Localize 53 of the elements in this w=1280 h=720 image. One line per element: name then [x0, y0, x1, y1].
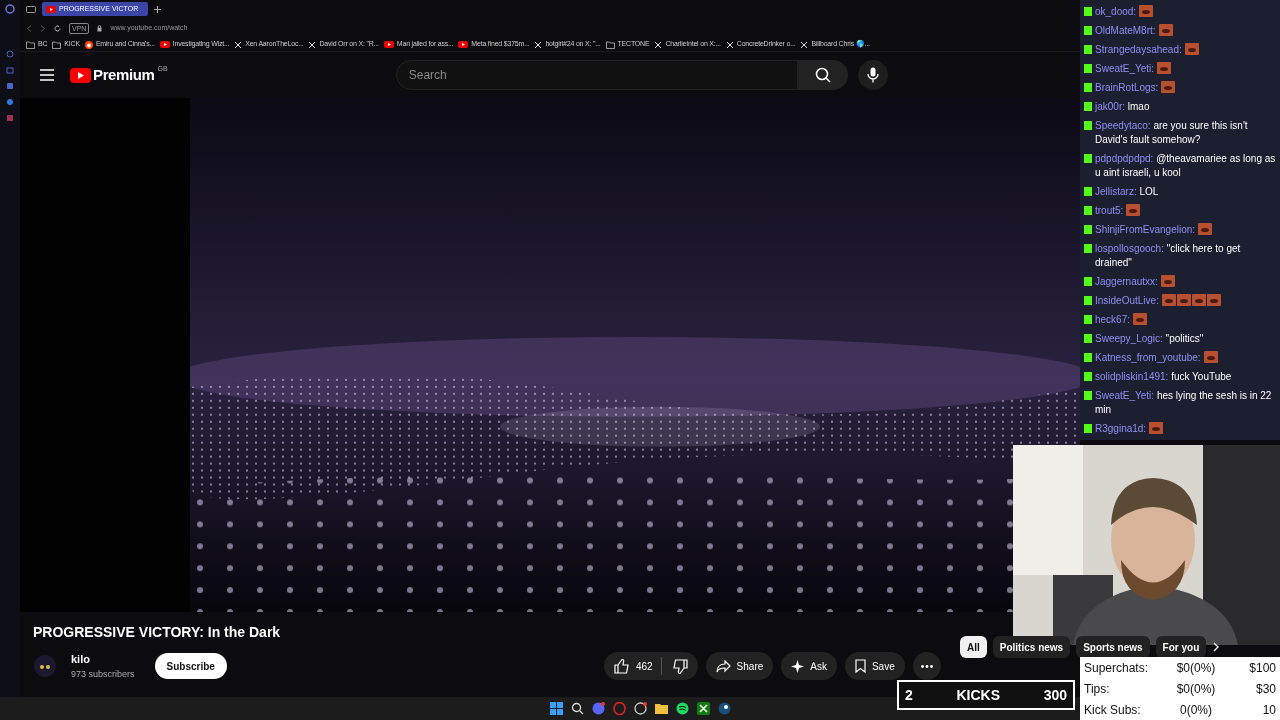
search-field[interactable]: Search [395, 60, 798, 90]
chat-message: solidpliskin1491: fuck YouTube [1095, 369, 1232, 384]
chat-username[interactable]: BrainRotLogs: [1095, 80, 1159, 95]
channel-name[interactable]: kilo [71, 651, 135, 668]
chat-username[interactable]: Katness_from_youtube: [1095, 350, 1201, 365]
subscriber-count: 973 subscribers [71, 667, 135, 681]
chat-message: pdpdpdpdpd: @theavamariee as long as u aint israeli, u kool [1095, 151, 1276, 180]
chat-username[interactable]: SweatE_Yeti: [1095, 61, 1155, 76]
chat-username[interactable]: trout5: [1095, 203, 1124, 218]
chat-username[interactable]: Sweepy_Logic: [1095, 332, 1163, 344]
goal-label: Kick Subs: [1084, 701, 1142, 719]
goal-label: Tips: [1084, 680, 1111, 698]
chat-username[interactable]: solidpliskin1491: [1095, 370, 1169, 382]
chat-username[interactable]: Jellistarz: [1095, 185, 1137, 197]
goal-label: Superchats: [1084, 659, 1150, 677]
chat-username[interactable]: Strangedaysahead: [1095, 42, 1182, 57]
filter-chip[interactable]: All [960, 636, 987, 658]
action-button[interactable]: Share [705, 652, 774, 680]
goal-target: $100 [1249, 659, 1276, 677]
video-title: PROGRESSIVE VICTORY: In the Dark [33, 623, 282, 642]
chat-username[interactable]: OldMateM8rt: [1095, 23, 1156, 38]
chat-username[interactable]: jak00r: [1095, 100, 1125, 112]
chat-username[interactable]: pdpdpdpdpd: [1095, 152, 1154, 164]
goal-value: $0(0%) [1175, 659, 1217, 677]
filter-chip[interactable]: Sports news [1076, 636, 1150, 658]
chat-username[interactable]: InsideOutLive: [1095, 293, 1159, 308]
chat-username[interactable]: Speedytaco: [1095, 119, 1151, 131]
action-button[interactable]: Save [844, 652, 905, 680]
chat-message: SweatE_Yeti: hes lying the sesh is in 22 min [1095, 388, 1273, 417]
chat-username[interactable]: lospollosgooch: [1095, 242, 1164, 254]
chat-message: lospollosgooch: "click here to get drained" [1095, 241, 1242, 270]
goal-value: 0(0%) [1179, 701, 1213, 719]
action-button[interactable]: Ask [781, 652, 837, 680]
chat-username[interactable]: ok_dood: [1095, 4, 1137, 19]
chat-message: jak00r: lmao [1095, 99, 1150, 114]
chat-message: Sweepy_Logic: "politics" [1095, 331, 1204, 346]
kicks-target: 300 [1043, 685, 1067, 705]
chat-username[interactable]: heck67: [1095, 312, 1131, 327]
kicks-count: 2 [905, 685, 913, 705]
goal-target: 10 [1262, 701, 1276, 719]
chat-message: Jellistarz: LOL [1095, 184, 1159, 199]
subscribe-button[interactable]: Subscribe [154, 653, 227, 679]
goal-target: $30 [1255, 680, 1276, 698]
filter-chip[interactable]: For you [1155, 636, 1207, 658]
premium-logo[interactable]: Premium [93, 63, 155, 87]
chat-message: Speedytaco: are you sure this isn't David's fault somehow? [1095, 118, 1249, 147]
chat-username[interactable]: SweatE_Yeti: [1095, 389, 1155, 401]
filter-chip[interactable]: Politics news [992, 636, 1071, 658]
chat-username[interactable]: R3ggina1d: [1095, 421, 1147, 436]
chat-username[interactable]: Jaggernautxx: [1095, 274, 1158, 289]
kicks-label: KICKS [956, 685, 1000, 705]
chat-username[interactable]: ShinjiFromEvangelion: [1095, 222, 1196, 237]
goal-value: $0(0%) [1175, 680, 1217, 698]
